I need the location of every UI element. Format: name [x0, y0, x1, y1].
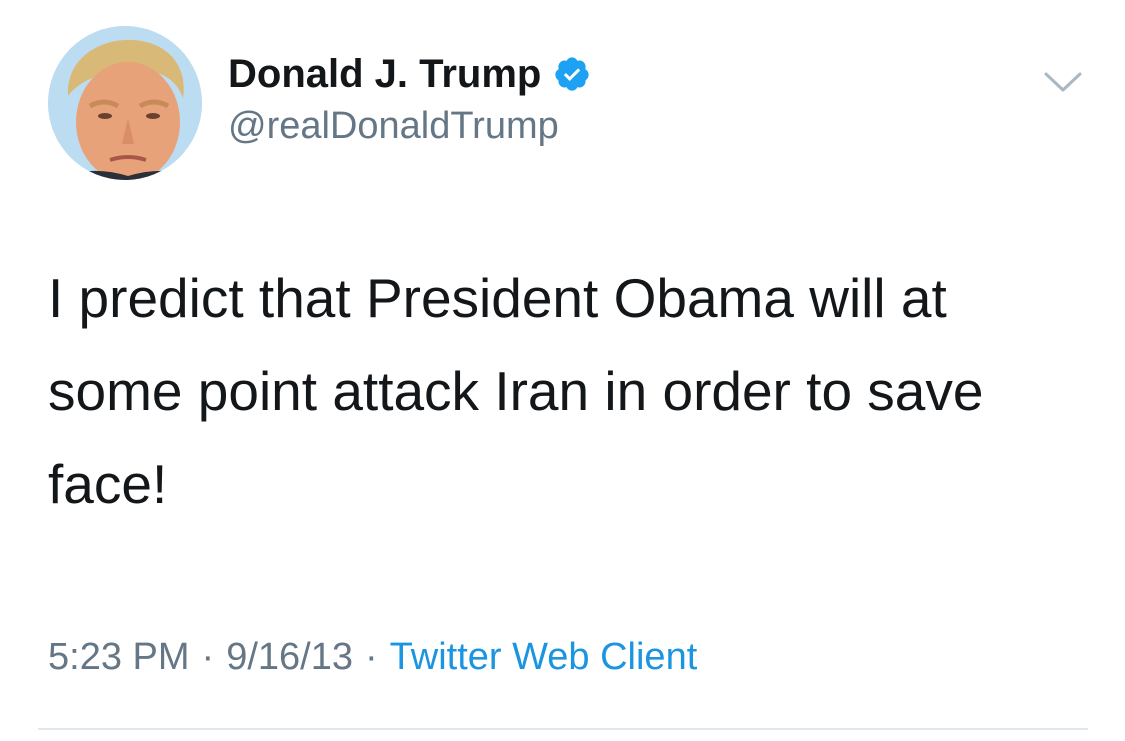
tweet-text: I predict that President Obama will at s…	[48, 267, 984, 515]
tweet-time[interactable]: 5:23 PM	[48, 636, 190, 679]
verified-badge-icon	[555, 57, 589, 91]
tweet-meta: 5:23 PM · 9/16/13 · Twitter Web Client	[48, 636, 697, 679]
author-name-row: Donald J. Trump	[228, 48, 591, 100]
chevron-down-icon[interactable]	[1042, 64, 1084, 100]
divider	[38, 728, 1088, 730]
tweet-source-link[interactable]: Twitter Web Client	[390, 636, 698, 679]
author-name[interactable]: Donald J. Trump	[228, 52, 541, 97]
tweet-card: Donald J. Trump @realDonaldTrump I predi…	[0, 0, 1125, 741]
author-handle[interactable]: @realDonaldTrump	[228, 105, 559, 148]
tweet-date[interactable]: 9/16/13	[226, 636, 353, 679]
meta-separator: ·	[364, 636, 378, 678]
meta-separator: ·	[201, 636, 215, 678]
avatar[interactable]	[48, 26, 202, 180]
avatar-image	[48, 26, 202, 180]
